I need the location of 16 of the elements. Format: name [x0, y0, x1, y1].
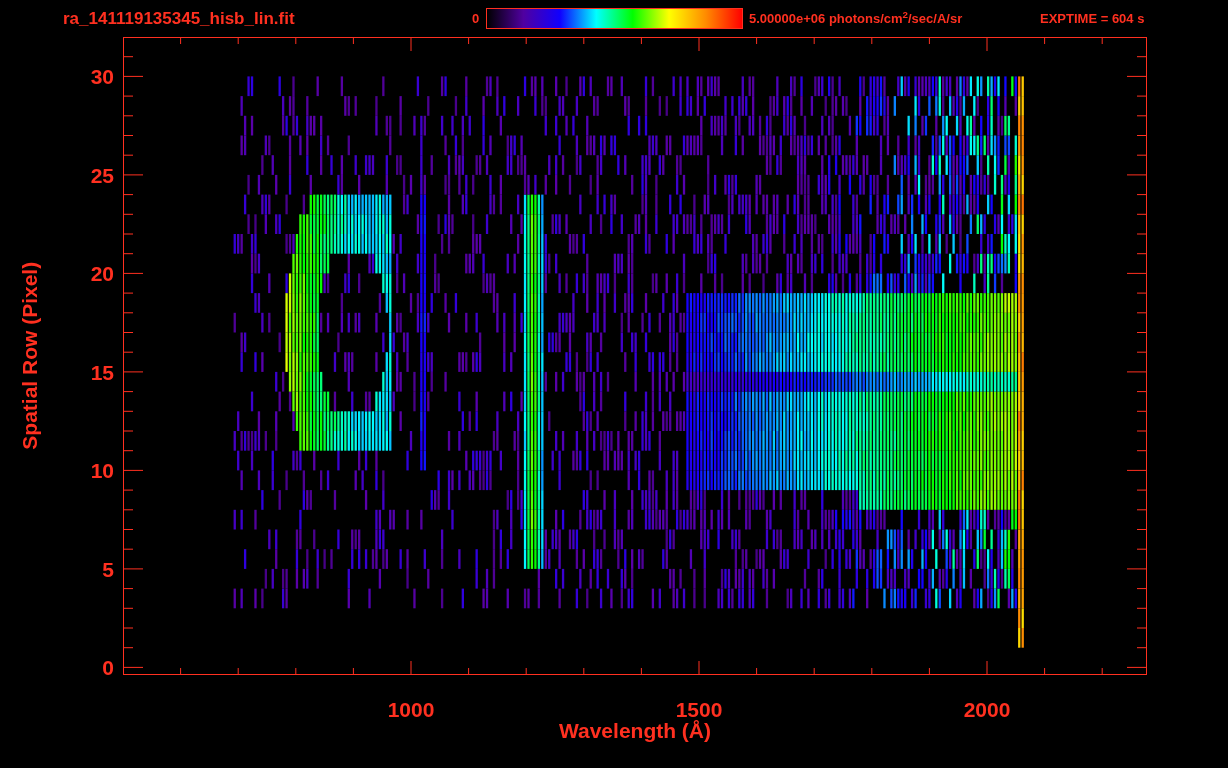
y-axis-title: Spatial Row (Pixel)	[17, 262, 43, 450]
exposure-time: EXPTIME = 604 s	[1040, 9, 1145, 28]
x-axis-title: Wavelength (Å)	[558, 720, 712, 741]
x-tick-label: 1000	[387, 699, 435, 720]
y-tick-label: 10	[90, 459, 114, 481]
file-name: ra_141119135345_hisb_lin.fit	[63, 7, 296, 30]
y-tick-label: 20	[90, 262, 114, 284]
x-tick-label: 2000	[963, 699, 1011, 720]
colorbar-min-label: 0	[472, 9, 481, 28]
y-tick-label: 0	[102, 656, 114, 678]
y-tick-label: 5	[102, 558, 114, 580]
y-tick-label: 30	[90, 65, 114, 87]
colorbar-max-label: 5.00000e+06 photons/cm$^{2}$/sec/A/sr	[749, 8, 964, 28]
y-tick-label: 15	[90, 361, 114, 383]
x-tick-label: 1500	[675, 699, 723, 720]
y-tick-label: 25	[90, 164, 114, 186]
